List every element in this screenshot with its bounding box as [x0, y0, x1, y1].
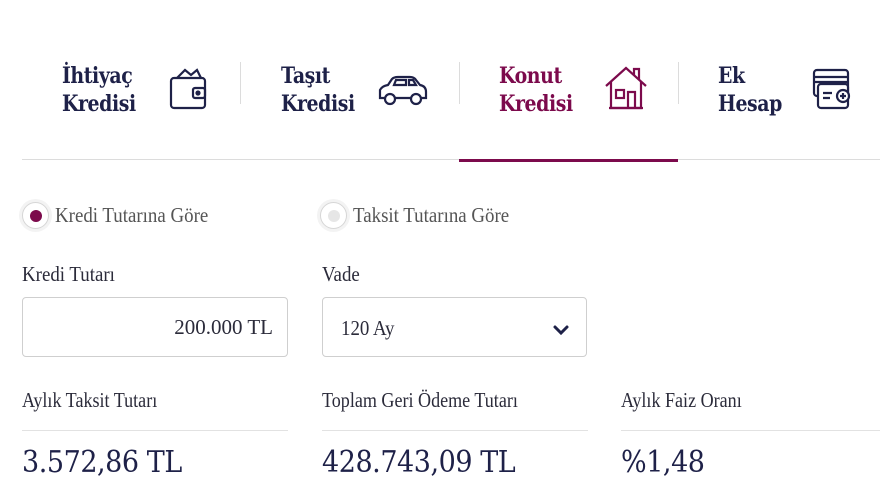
monthly-installment-value: 3.572,86 TL	[22, 445, 182, 480]
tab-label-line2: Hesap	[718, 91, 782, 117]
loan-type-tabs: İhtiyaç Kredisi Taşıt Kredisi Konut Kred…	[22, 40, 880, 162]
radio-label: Kredi Tutarına Göre	[55, 202, 209, 227]
radio-circle[interactable]	[22, 201, 49, 229]
tab-label-line1: Ek	[718, 63, 745, 89]
tab-konut-kredisi[interactable]: Konut Kredisi	[459, 40, 678, 162]
total-repayment-value: 428.743,09 TL	[322, 445, 516, 480]
wallet-icon	[167, 66, 209, 117]
tab-ek-hesap[interactable]: Ek Hesap	[678, 40, 880, 160]
amount-input[interactable]	[23, 298, 287, 356]
tab-label-line2: Kredisi	[62, 91, 136, 117]
term-label: Vade	[322, 262, 360, 286]
radio-circle[interactable]	[320, 201, 347, 229]
monthly-rate-label: Aylık Faiz Oranı	[621, 388, 742, 412]
term-selected-value: 120 Ay	[341, 316, 395, 340]
tab-ihtiyac-kredisi[interactable]: İhtiyaç Kredisi	[22, 40, 240, 160]
divider	[322, 430, 588, 431]
monthly-rate-value: %1,48	[621, 445, 705, 480]
chevron-down-icon	[552, 318, 570, 343]
amount-label: Kredi Tutarı	[22, 262, 115, 286]
amount-field[interactable]	[22, 297, 288, 357]
radio-label: Taksit Tutarına Göre	[353, 202, 510, 227]
radio-dot	[30, 209, 42, 222]
radio-taksit-tutarina-gore[interactable]: Taksit Tutarına Göre	[320, 197, 527, 233]
card-plus-icon	[810, 66, 856, 117]
total-repayment-label: Toplam Geri Ödeme Tutarı	[322, 388, 518, 412]
tab-label-line1: Konut	[499, 63, 562, 89]
tab-label-line2: Kredisi	[281, 91, 355, 117]
radio-dot	[328, 209, 340, 222]
house-icon	[604, 64, 648, 117]
tab-label-line1: Taşıt	[281, 63, 330, 89]
divider	[621, 430, 880, 431]
term-select[interactable]: 120 Ay	[322, 297, 587, 357]
car-icon	[376, 74, 430, 115]
tab-label-line2: Kredisi	[499, 91, 573, 117]
tab-tasit-kredisi[interactable]: Taşıt Kredisi	[240, 40, 459, 160]
radio-kredi-tutarina-gore[interactable]: Kredi Tutarına Göre	[22, 197, 225, 233]
tab-label-line1: İhtiyaç	[62, 63, 133, 89]
monthly-installment-label: Aylık Taksit Tutarı	[22, 388, 158, 412]
divider	[22, 430, 288, 431]
